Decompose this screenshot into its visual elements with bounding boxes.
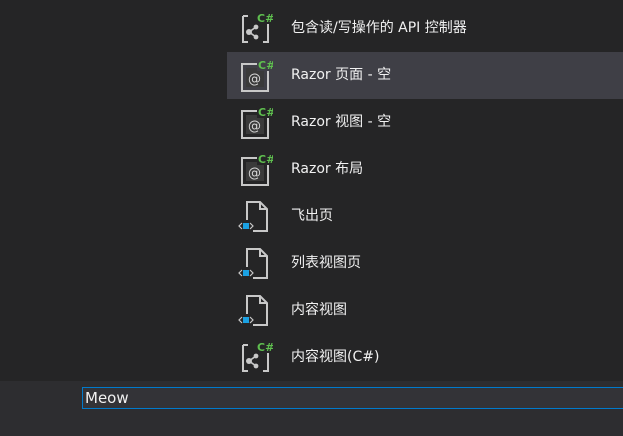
template-label: 飞出页 [291, 208, 333, 224]
template-label: 内容视图 [291, 302, 347, 318]
template-item-api-controller[interactable]: C# 包含读/写操作的 API 控制器 [227, 5, 623, 52]
name-input[interactable] [82, 387, 623, 409]
template-item-razor-view-empty[interactable]: @ C# Razor 视图 - 空 [227, 99, 623, 146]
csharp-badge: C# [258, 153, 273, 166]
template-item-content-view-csharp[interactable]: C# 内容视图(C#) [227, 334, 623, 381]
template-item-list-view-page[interactable]: 列表视图页 [227, 240, 623, 287]
template-list: C# 包含读/写操作的 API 控制器 @ C# Ra [227, 0, 623, 381]
csharp-badge: C# [258, 59, 273, 72]
razor-layout-icon: @ C# [237, 152, 275, 188]
category-pane [0, 0, 227, 381]
template-label: 内容视图(C#) [291, 349, 380, 365]
template-label: 包含读/写操作的 API 控制器 [291, 20, 467, 36]
svg-text:@: @ [248, 119, 261, 134]
csharp-badge: C# [257, 341, 273, 354]
template-label: Razor 视图 - 空 [291, 114, 392, 130]
template-label: 列表视图页 [291, 255, 361, 271]
template-item-razor-page-empty[interactable]: @ C# Razor 页面 - 空 [227, 52, 623, 99]
template-item-razor-layout[interactable]: @ C# Razor 布局 [227, 146, 623, 193]
razor-page-icon: @ C# [237, 58, 275, 94]
svg-text:@: @ [248, 166, 261, 181]
template-item-flyout-page[interactable]: 飞出页 [227, 193, 623, 240]
csharp-badge: C# [257, 12, 273, 25]
xaml-page-icon [237, 246, 273, 282]
xaml-page-icon [237, 199, 273, 235]
template-label: Razor 布局 [291, 161, 364, 177]
csharp-class-icon: C# [237, 340, 274, 376]
csharp-badge: C# [258, 106, 273, 119]
svg-text:@: @ [248, 72, 261, 87]
add-new-item-dialog: C# 包含读/写操作的 API 控制器 @ C# Ra [0, 0, 623, 436]
template-label: Razor 页面 - 空 [291, 67, 392, 83]
template-item-content-view[interactable]: 内容视图 [227, 287, 623, 334]
csharp-class-icon: C# [237, 11, 274, 47]
razor-view-icon: @ C# [237, 105, 275, 141]
xaml-page-icon [237, 293, 273, 329]
